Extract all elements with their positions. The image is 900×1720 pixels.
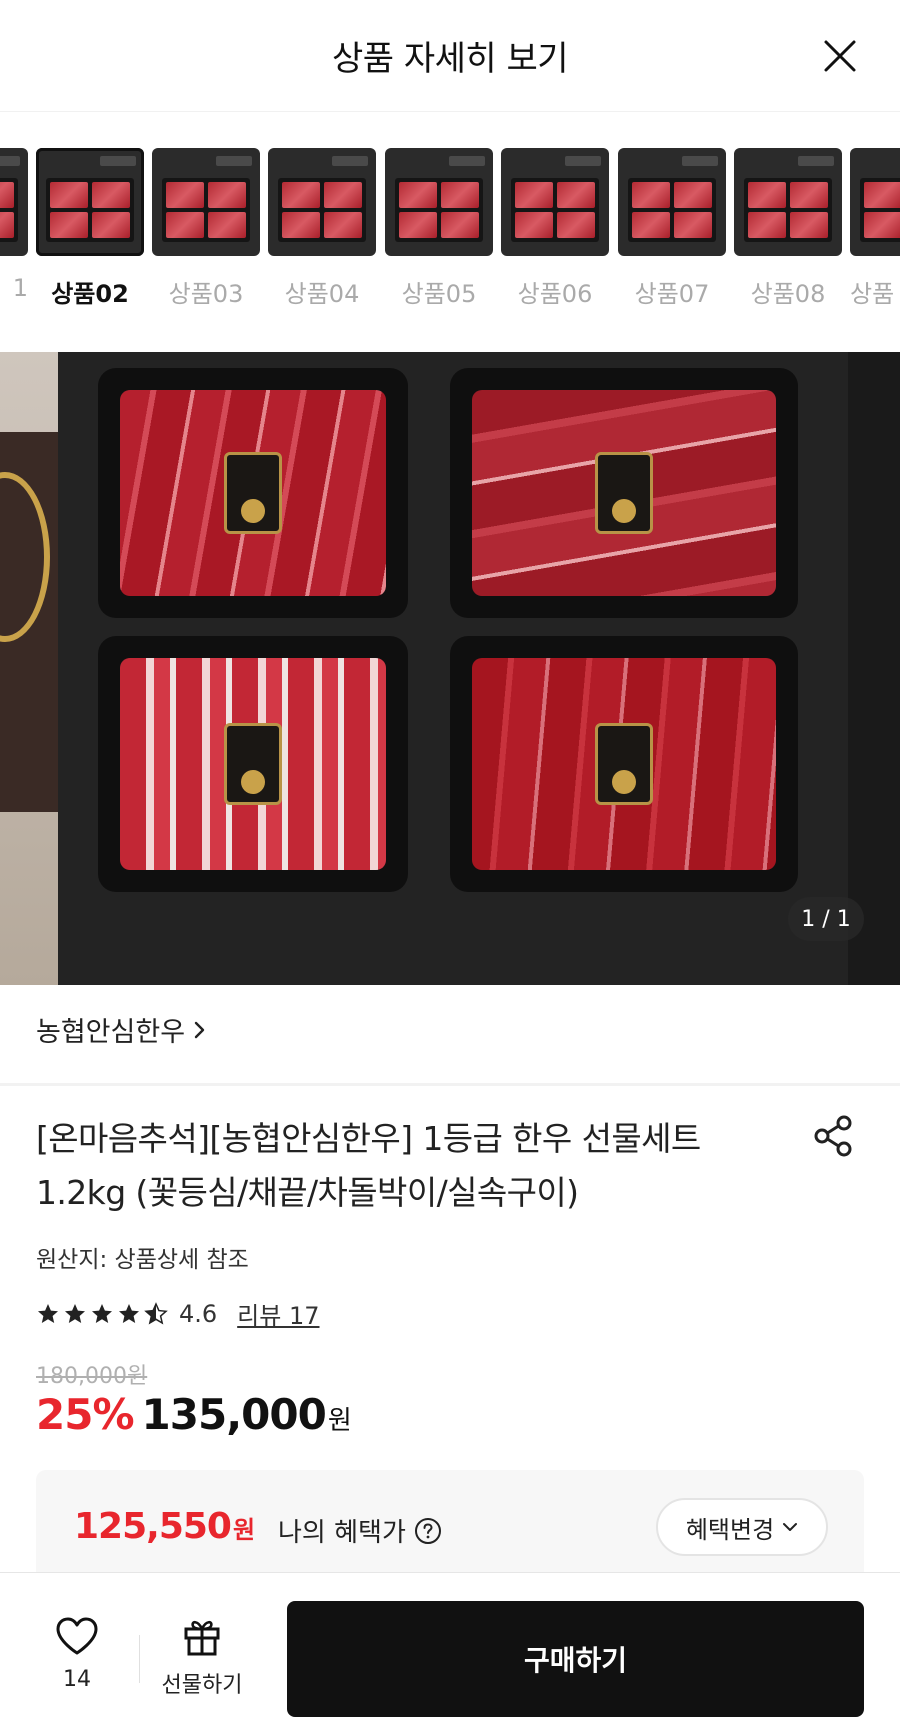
thumbnail-label: 상품05 [401, 280, 477, 308]
product-image[interactable]: 1 / 1 [0, 352, 900, 985]
rating-value: 4.6 [179, 1299, 218, 1328]
rating-row: 4.6 리뷰 17 [36, 1296, 320, 1331]
benefit-change-button[interactable]: 혜택변경 [656, 1498, 828, 1556]
sale-price-unit: 원 [327, 1406, 352, 1436]
gift-button[interactable]: 선물하기 [150, 1615, 254, 1699]
star-full-icon [92, 1303, 112, 1323]
star-rating [36, 1301, 171, 1326]
thumbnail-label: 상품08 [750, 280, 826, 308]
thumbnail-image [734, 148, 842, 256]
discount-rate: 25% [36, 1390, 135, 1439]
page-title: 상품 자세히 보기 [331, 39, 569, 79]
benefit-label-row: 나의 혜택가 [278, 1512, 442, 1549]
image-counter: 1 / 1 [788, 897, 864, 941]
close-icon[interactable] [820, 36, 860, 76]
price-row: 25% 135,000 원 [36, 1390, 352, 1439]
star-full-icon [38, 1303, 58, 1323]
brand-seal-icon [224, 452, 282, 534]
gift-icon [184, 1620, 220, 1656]
brand-seal-icon [595, 452, 653, 534]
thumbnail-item[interactable]: 상품 [850, 148, 900, 309]
section-divider [0, 1083, 900, 1086]
like-button[interactable]: 14 [40, 1615, 114, 1692]
benefit-label: 나의 혜택가 [278, 1518, 406, 1548]
product-title-line: 1.2kg (꽃등심/채끝/차돌박이/실속구이) [36, 1173, 579, 1212]
sale-price: 135,000 [141, 1390, 327, 1439]
thumbnail-item[interactable]: 상품03 [152, 148, 260, 309]
benefit-price: 125,550 원 [74, 1506, 255, 1547]
thumbnail-image [501, 148, 609, 256]
like-count: 14 [63, 1667, 91, 1692]
thumbnail-label: 상품07 [634, 280, 710, 308]
benefit-change-label: 혜택변경 [685, 1515, 775, 1544]
thumbnail-item[interactable]: 상품02 [36, 148, 144, 309]
thumbnail-label: 상품03 [168, 280, 244, 308]
brand-name: 농협안심한우 [36, 1017, 186, 1048]
bar-separator [139, 1635, 140, 1683]
thumbnail-label: 상품 [850, 280, 895, 308]
thumbnail-item[interactable]: 상품05 [385, 148, 493, 309]
gift-box-tray [58, 352, 848, 985]
thumbnail-label: 상품04 [284, 280, 360, 308]
bottom-action-bar: 14 선물하기 구매하기 [0, 1572, 900, 1720]
star-full-icon [65, 1303, 85, 1323]
thumbnail-item[interactable]: 상품06 [501, 148, 609, 309]
thumbnail-label: 1 [12, 274, 28, 302]
meat-compartment [98, 368, 408, 618]
brand-seal-icon [595, 723, 653, 805]
origin-info: 원산지: 상품상세 참조 [36, 1247, 249, 1273]
chevron-down-icon [783, 1523, 798, 1531]
benefit-unit: 원 [232, 1516, 256, 1544]
thumbnail-strip[interactable]: 1 상품02 상품03 상품04 상품05 상품06 상품07 상품08 상품 [0, 112, 900, 322]
thumbnail-image [0, 148, 28, 256]
meat-compartment [450, 636, 798, 892]
thumbnail-label: 상품06 [517, 280, 593, 308]
question-icon[interactable] [414, 1517, 442, 1545]
gift-label: 선물하기 [161, 1673, 243, 1698]
heart-icon [56, 1617, 98, 1655]
thumbnail-item[interactable]: 상품08 [734, 148, 842, 309]
thumbnail-image [385, 148, 493, 256]
meat-compartment [98, 636, 408, 892]
star-half-icon [144, 1301, 168, 1325]
thumbnail-image [152, 148, 260, 256]
product-title: [온마음추석][농협안심한우] 1등급 한우 선물세트 1.2kg (꽃등심/채… [36, 1112, 796, 1220]
meat-compartment [450, 368, 798, 618]
original-price: 180,000원 [36, 1364, 148, 1389]
buy-button[interactable]: 구매하기 [287, 1601, 864, 1717]
thumbnail-item[interactable]: 상품04 [268, 148, 376, 309]
thumbnail-label: 상품02 [51, 280, 129, 308]
thumbnail-item[interactable]: 상품07 [618, 148, 726, 309]
product-title-line: [온마음추석][농협안심한우] 1등급 한우 선물세트 [36, 1119, 701, 1158]
thumbnail-image [36, 148, 144, 256]
chevron-right-icon [194, 1021, 205, 1038]
benefit-amount: 125,550 [74, 1506, 232, 1547]
thumbnail-image [850, 148, 900, 256]
header: 상품 자세히 보기 [0, 0, 900, 112]
star-full-icon [119, 1303, 139, 1323]
thumbnail-image [618, 148, 726, 256]
brand-link[interactable]: 농협안심한우 [36, 1010, 207, 1049]
brand-seal-icon [224, 723, 282, 805]
review-link[interactable]: 리뷰 17 [237, 1296, 319, 1331]
thumbnail-item[interactable]: 1 [0, 148, 28, 302]
thumbnail-image [268, 148, 376, 256]
share-icon[interactable] [812, 1114, 856, 1158]
